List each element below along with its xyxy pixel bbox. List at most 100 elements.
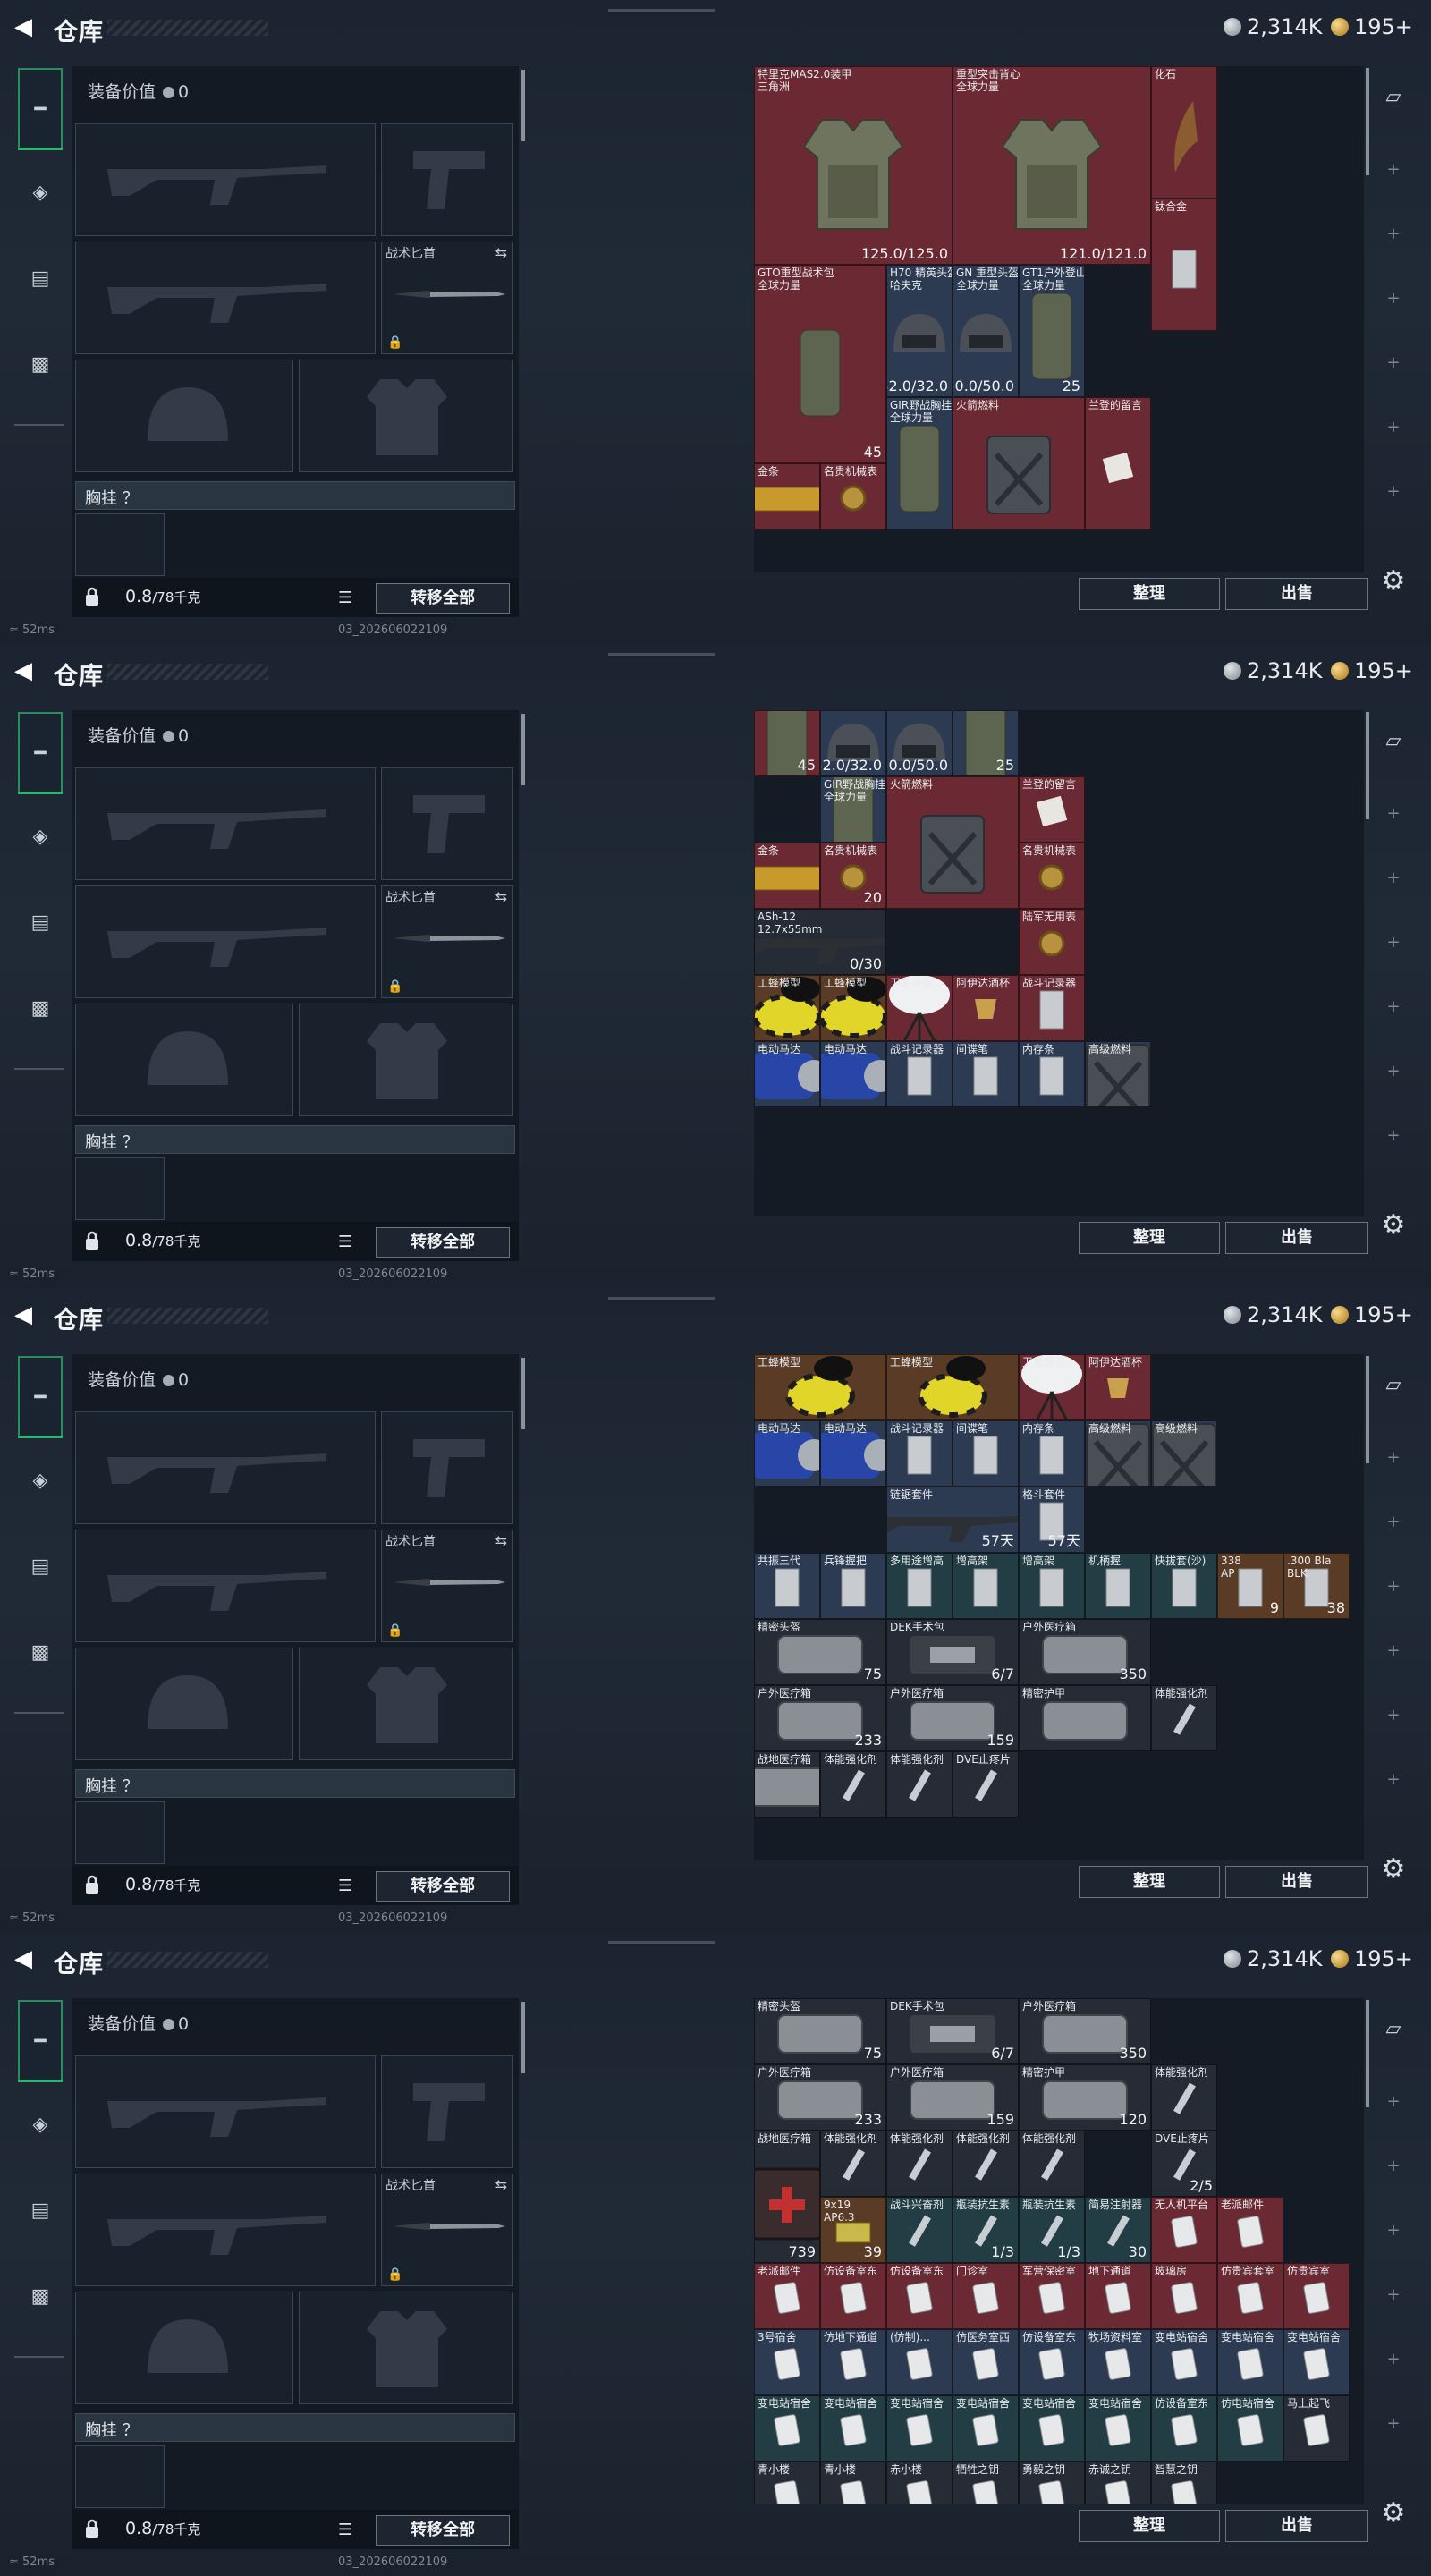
stash-item[interactable]: 名贵机械表 20 [820,843,886,909]
stash-item[interactable]: 体能强化剂 [1151,2064,1217,2131]
list-icon[interactable]: ☰ [338,589,358,607]
stash-item[interactable]: 体能强化剂 [820,1751,886,1818]
stash-item[interactable]: 工蜂模型 [886,1354,1019,1420]
pistol-slot[interactable] [381,2055,513,2168]
stash-item[interactable]: 军营保密室 [1019,2263,1085,2329]
stash-item[interactable]: 名贵机械表 [820,463,886,530]
stash-item[interactable]: 仿设备室东 [886,2263,953,2329]
add-stash-tab-icon[interactable]: + [1386,1450,1401,1466]
sort-button[interactable]: 整理 [1079,1222,1220,1254]
stash-item[interactable]: 卫星通信 [886,975,953,1041]
stash-item[interactable]: 高级燃料 [1085,1041,1151,1107]
add-stash-tab-icon[interactable]: + [1386,2416,1401,2432]
stash-item[interactable]: 仿电站宿舍 [1217,2395,1283,2462]
gold-balance[interactable]: 195+ [1354,1946,1413,1971]
stash-item[interactable]: 无人机平台 [1151,2197,1217,2263]
stash-item[interactable]: 战斗记录器 [886,1420,953,1487]
stash-item[interactable]: 工蜂模型 [754,1354,886,1420]
primary-weapon-slot[interactable] [75,767,376,880]
stash-item[interactable]: 9x19 AP6.3 39 [820,2197,886,2263]
list-icon[interactable]: ☰ [338,2521,358,2539]
stash-item[interactable]: 内存条 [1019,1041,1085,1107]
stash-item[interactable]: 体能强化剂 [886,2131,953,2197]
stash-item[interactable]: 体能强化剂 [953,2131,1019,2197]
settings-gear-icon[interactable]: ⚙ [1377,1209,1410,1241]
tab-armor[interactable]: ◈ [20,816,61,857]
armor-slot[interactable] [299,1004,513,1116]
stash-item[interactable]: 户外医疗箱 233 [754,1685,886,1751]
stash-scrollbar[interactable] [1366,1356,1369,1463]
stash-item[interactable]: 变电站宿舍 [953,2395,1019,2462]
stash-item[interactable]: GTO重型战术包 全球力量 45 [754,265,886,463]
stash-item[interactable]: 338 AP 9 [1217,1553,1283,1619]
chest-rig-slot[interactable] [75,1157,165,1220]
stash-item[interactable]: 仿贵宾套室 [1217,2263,1283,2329]
stash-item[interactable]: 3号宿舍 [754,2329,820,2395]
add-stash-tab-icon[interactable]: + [1386,2158,1401,2174]
chest-rig-slot[interactable] [75,513,165,576]
sort-button[interactable]: 整理 [1079,1866,1220,1898]
stash-item[interactable]: 45 [754,710,820,776]
stash-item[interactable]: 精密护甲 [1019,1685,1151,1751]
tab-armor[interactable]: ◈ [20,172,61,213]
stash-item[interactable]: 电动马达 [754,1420,820,1487]
stash-item[interactable]: 勇毅之钥 [1019,2462,1085,2504]
swap-icon[interactable]: ⇆ [495,2176,507,2193]
stash-item[interactable]: 老派邮件 [1217,2197,1283,2263]
stash-item[interactable]: 增高架 [1019,1553,1085,1619]
add-stash-tab-icon[interactable]: + [1386,1579,1401,1595]
helmet-slot[interactable] [75,2292,293,2404]
settings-gear-icon[interactable]: ⚙ [1377,2497,1410,2529]
swap-icon[interactable]: ⇆ [495,888,507,905]
stash-item[interactable]: 精密护甲 120 [1019,2064,1151,2131]
stash-item[interactable]: 增高架 [953,1553,1019,1619]
add-stash-tab-icon[interactable]: + [1386,2287,1401,2303]
swap-icon[interactable]: ⇆ [495,1532,507,1549]
stash-item[interactable]: 重型突击背心 全球力量 121.0/121.0 [953,66,1151,265]
stash-item[interactable]: 老派邮件 [754,2263,820,2329]
back-arrow-icon[interactable]: ◀ [14,1947,36,1970]
stash-item[interactable]: 战地医疗箱 739 [754,2131,820,2263]
stash-item[interactable]: 精密头盔 75 [754,1619,886,1685]
stash-item[interactable]: 牺牲之钥 [953,2462,1019,2504]
add-stash-tab-icon[interactable]: + [1386,291,1401,307]
stash-item[interactable]: 兰登的留言 [1085,397,1151,530]
stash-item[interactable]: .300 Bla BLK 38 [1283,1553,1350,1619]
stash-item[interactable]: 牧场资料室 [1085,2329,1151,2395]
stash-item[interactable]: 电动马达 [754,1041,820,1107]
stash-item[interactable]: 体能强化剂 [886,1751,953,1818]
stash-item[interactable]: DEK手术包 6/7 [886,1998,1019,2064]
warehouse-tab-icon[interactable]: ▱ [1378,2018,1409,2048]
stash-item[interactable]: 快拔套(沙) [1151,1553,1217,1619]
add-stash-tab-icon[interactable]: + [1386,355,1401,371]
transfer-all-button[interactable]: 转移全部 [376,1871,510,1902]
stash-item[interactable]: 变电站宿舍 [1085,2395,1151,2462]
chest-rig-slot[interactable] [75,1801,165,1864]
stash-item[interactable]: 户外医疗箱 159 [886,1685,1019,1751]
stash-item[interactable]: 工蜂模型 [754,975,820,1041]
add-stash-tab-icon[interactable]: + [1386,935,1401,951]
add-stash-tab-icon[interactable]: + [1386,806,1401,822]
back-arrow-icon[interactable]: ◀ [14,15,36,38]
stash-item[interactable]: 间谍笔 [953,1420,1019,1487]
add-stash-tab-icon[interactable]: + [1386,1772,1401,1788]
secondary-weapon-slot[interactable] [75,1530,376,1642]
stash-item[interactable]: 兰登的留言 [1019,776,1085,843]
stash-item[interactable]: 体能强化剂 [1151,1685,1217,1751]
stash-item[interactable]: 兵锋握把 [820,1553,886,1619]
helmet-slot[interactable] [75,360,293,472]
back-arrow-icon[interactable]: ◀ [14,659,36,682]
knife-slot[interactable]: 战术匕首 ⇆ 🔒 [381,2174,513,2286]
chest-rig-header[interactable]: 胸挂 ？ [75,1125,515,1154]
stash-item[interactable]: 仿贵宾室 [1283,2263,1350,2329]
stash-item[interactable]: GT1户外登山包全球力量 25 [1019,265,1085,397]
helmet-slot[interactable] [75,1004,293,1116]
stash-item[interactable]: 户外医疗箱 350 [1019,1619,1151,1685]
stash-item[interactable]: 战斗记录器 [886,1041,953,1107]
armor-slot[interactable] [299,360,513,472]
knife-slot[interactable]: 战术匕首 ⇆ 🔒 [381,1530,513,1642]
stash-item[interactable]: 体能强化剂 [1019,2131,1085,2197]
stash-item[interactable]: 陆军无用表 [1019,909,1085,975]
settings-gear-icon[interactable]: ⚙ [1377,565,1410,597]
stash-item[interactable]: 户外医疗箱 159 [886,2064,1019,2131]
